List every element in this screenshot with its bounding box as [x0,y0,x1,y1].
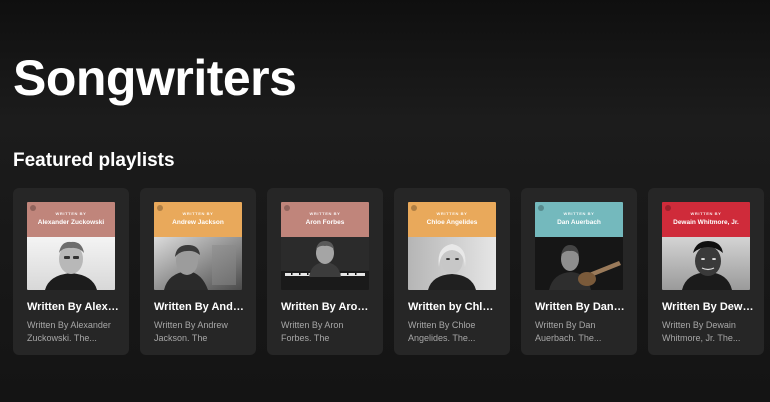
cover-label: WRITTEN BY [563,211,595,216]
playlist-title: Written By Dan Auerbach [535,301,627,313]
section-title-featured-playlists[interactable]: Featured playlists [13,149,175,173]
spotify-logo-icon [411,205,417,211]
cover-label: WRITTEN BY [690,211,722,216]
cover-label: WRITTEN BY [55,211,87,216]
cover-band: WRITTEN BY Alexander Zuckowski [27,202,115,237]
songwriter-photo [408,237,496,290]
cover-band: WRITTEN BY Dewain Whitmore, Jr. [662,202,750,237]
page-title: Songwriters [13,50,297,106]
cover-band: WRITTEN BY Chloe Angelides [408,202,496,237]
cover-artist-name: Dan Auerbach [557,219,601,226]
playlist-cover: WRITTEN BY Andrew Jackson [154,202,242,290]
playlist-card[interactable]: WRITTEN BY Andrew Jackson Written By And… [140,188,256,355]
songwriter-photo [27,237,115,290]
spotify-logo-icon [157,205,163,211]
spotify-logo-icon [538,205,544,211]
playlist-row: WRITTEN BY Alexander Zuckowski Written B… [13,188,764,355]
playlist-title: Written By Andrew Jackson [154,301,246,313]
playlist-description: Written By Andrew Jackson. The essenti..… [154,320,228,343]
playlist-cover: WRITTEN BY Dewain Whitmore, Jr. [662,202,750,290]
playlist-cover: WRITTEN BY Alexander Zuckowski [27,202,115,290]
playlist-title: Written By Dewain Whitmore, Jr. [662,301,754,313]
cover-label: WRITTEN BY [309,211,341,216]
songwriter-photo [535,237,623,290]
playlist-card[interactable]: WRITTEN BY Dewain Whitmore, Jr. Written … [648,188,764,355]
cover-band: WRITTEN BY Dan Auerbach [535,202,623,237]
playlist-description: Written By Chloe Angelides. The... [408,320,476,343]
cover-artist-name: Andrew Jackson [172,219,224,226]
cover-artist-name: Aron Forbes [305,219,345,226]
cover-band: WRITTEN BY Andrew Jackson [154,202,242,237]
cover-label: WRITTEN BY [436,211,468,216]
songwriter-photo [154,237,242,290]
playlist-card[interactable]: WRITTEN BY Chloe Angelides Written by Ch… [394,188,510,355]
playlist-description: Written By Dewain Whitmore, Jr. The... [662,320,741,343]
spotify-logo-icon [665,205,671,211]
cover-artist-name: Dewain Whitmore, Jr. [673,219,739,226]
cover-artist-name: Chloe Angelides [426,219,478,226]
playlist-description: Written By Dan Auerbach. The... [535,320,602,343]
playlist-cover: WRITTEN BY Chloe Angelides [408,202,496,290]
spotify-logo-icon [284,205,290,211]
playlist-card[interactable]: WRITTEN BY Aron Forbes Written By Aron F… [267,188,383,355]
cover-label: WRITTEN BY [182,211,214,216]
songwriter-photo [281,237,369,290]
songwriter-photo [662,237,750,290]
playlist-description: Written By Aron Forbes. The essentia... [281,320,344,343]
playlist-cover: WRITTEN BY Aron Forbes [281,202,369,290]
playlist-card[interactable]: WRITTEN BY Alexander Zuckowski Written B… [13,188,129,355]
playlist-card[interactable]: WRITTEN BY Dan Auerbach Written By Dan A… [521,188,637,355]
cover-band: WRITTEN BY Aron Forbes [281,202,369,237]
playlist-description: Written By Alexander Zuckowski. The... [27,320,111,343]
playlist-title: Written By Aron Forbes [281,301,373,313]
playlist-title: Written By Alexander Zuckowski [27,301,119,313]
spotify-logo-icon [30,205,36,211]
playlist-title: Written by Chloe Angelides [408,301,500,313]
cover-artist-name: Alexander Zuckowski [37,219,105,226]
playlist-cover: WRITTEN BY Dan Auerbach [535,202,623,290]
